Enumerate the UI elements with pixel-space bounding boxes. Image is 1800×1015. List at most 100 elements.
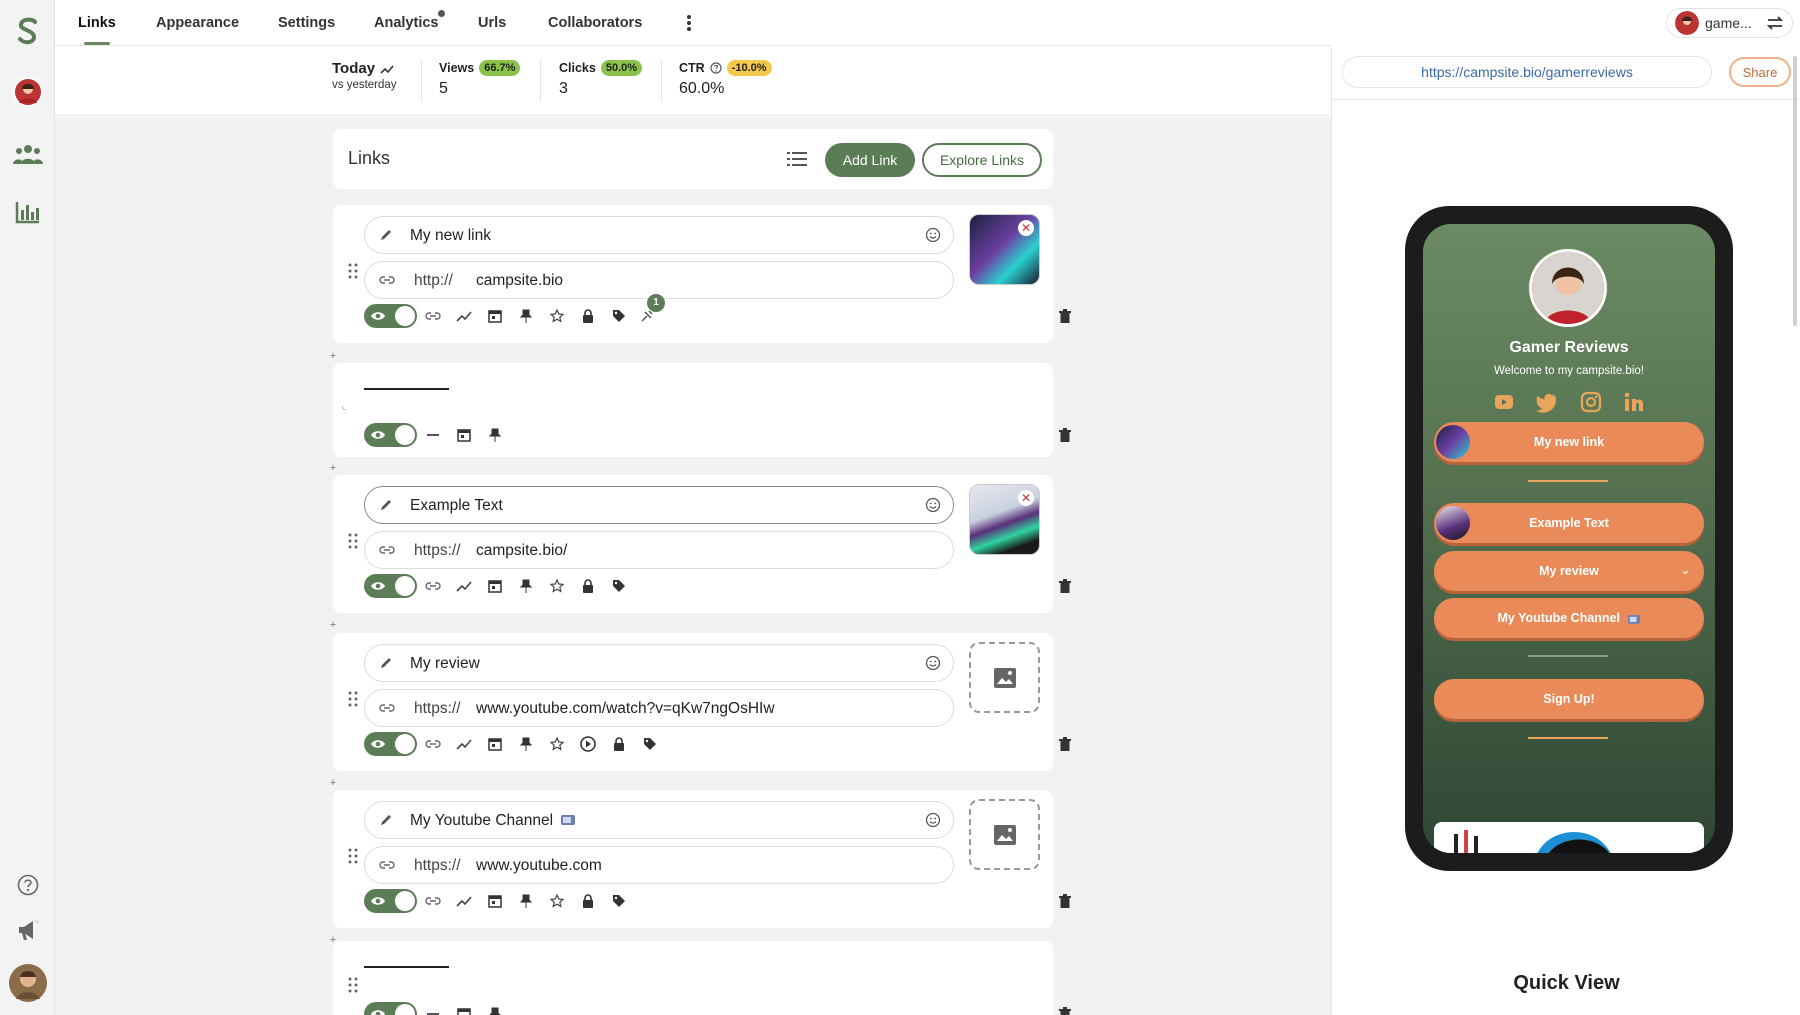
drag-handle-icon[interactable] [348,977,358,998]
pin-icon[interactable] [514,574,538,598]
visibility-toggle[interactable] [364,889,417,913]
pin-icon[interactable] [483,1002,507,1015]
announcements-megaphone-icon[interactable] [0,917,55,943]
pin-icon[interactable] [483,423,507,447]
youtube-icon[interactable] [1493,391,1515,413]
link-url-field[interactable]: https:// www.youtube.com/watch?v=qKw7ngO… [364,689,954,727]
help-icon[interactable] [0,872,55,898]
insert-link-plus[interactable]: + [327,777,339,789]
preview-link-button[interactable]: My new link [1434,422,1704,462]
insert-link-plus[interactable]: + [327,462,339,474]
analytics-chart-icon[interactable] [0,198,55,226]
more-menu-icon[interactable] [686,0,700,46]
instagram-icon[interactable] [1580,391,1602,413]
drag-handle-icon[interactable] [348,533,358,554]
url-protocol[interactable]: http:// [414,272,453,290]
add-thumbnail[interactable] [969,799,1040,870]
campsite-logo-icon[interactable] [0,12,55,52]
star-icon[interactable] [545,732,569,756]
schedule-calendar-icon[interactable] [483,304,507,328]
preview-scrollbar[interactable] [1793,56,1797,326]
drag-handle-icon[interactable] [348,691,358,712]
profile-avatar[interactable] [0,76,55,108]
link-title-field[interactable]: My review [364,644,954,682]
emoji-icon[interactable] [925,812,941,833]
tab-links[interactable]: Links [78,0,116,46]
pin-icon[interactable] [514,304,538,328]
star-icon[interactable] [545,574,569,598]
emoji-icon[interactable] [925,497,941,518]
tab-appearance[interactable]: Appearance [156,0,239,46]
tab-settings[interactable]: Settings [278,0,335,46]
explore-links-button[interactable]: Explore Links [922,143,1042,177]
link-url-field[interactable]: https:// campsite.bio/ [364,531,954,569]
remove-thumbnail-icon[interactable]: ✕ [1018,490,1034,506]
schedule-calendar-icon[interactable] [452,423,476,447]
minus-icon[interactable] [421,1002,445,1015]
delete-icon[interactable] [1053,1002,1077,1015]
tag-icon[interactable] [638,732,662,756]
today-stat[interactable]: Today vs yesterday [332,60,397,91]
linkedin-icon[interactable] [1623,391,1645,413]
link-title-field[interactable]: Example Text [364,486,954,524]
link-url-field[interactable]: http:// campsite.bio [364,261,954,299]
link-icon[interactable] [421,304,445,328]
visibility-toggle[interactable] [364,1002,417,1015]
visibility-toggle[interactable] [364,304,417,328]
visibility-toggle[interactable] [364,574,417,598]
integrations-icon[interactable]: 1 [635,294,665,328]
list-view-icon[interactable] [787,150,807,173]
switch-account-icon[interactable] [1766,15,1784,34]
url-protocol[interactable]: https:// [414,700,461,718]
analytics-trend-icon[interactable] [452,732,476,756]
add-link-button[interactable]: Add Link [825,143,915,177]
visibility-toggle[interactable] [364,732,417,756]
link-icon[interactable] [421,732,445,756]
schedule-calendar-icon[interactable] [452,1002,476,1015]
link-thumbnail[interactable]: ✕ [969,214,1040,285]
insert-link-plus[interactable]: + [327,619,339,631]
delete-icon[interactable] [1053,304,1077,328]
user-switcher[interactable]: game... [1666,8,1793,38]
add-thumbnail[interactable] [969,642,1040,713]
remove-thumbnail-icon[interactable]: ✕ [1018,220,1034,236]
emoji-icon[interactable] [925,227,941,248]
delete-icon[interactable] [1053,889,1077,913]
analytics-trend-icon[interactable] [452,574,476,598]
url-protocol[interactable]: https:// [414,542,461,560]
star-icon[interactable] [545,889,569,913]
info-icon[interactable] [710,62,722,74]
minus-icon[interactable] [421,423,445,447]
lock-icon[interactable] [607,732,631,756]
embed-play-icon[interactable] [576,732,600,756]
tag-icon[interactable] [607,889,631,913]
tag-icon[interactable] [607,574,631,598]
tab-analytics[interactable]: Analytics [374,0,446,46]
schedule-calendar-icon[interactable] [483,732,507,756]
schedule-calendar-icon[interactable] [483,574,507,598]
twitter-icon[interactable] [1536,391,1558,413]
schedule-calendar-icon[interactable] [483,889,507,913]
delete-icon[interactable] [1053,423,1077,447]
lock-icon[interactable] [576,304,600,328]
tag-icon[interactable] [607,304,631,328]
preview-link-button[interactable]: My Youtube Channel [1434,598,1704,638]
drag-handle-icon[interactable] [348,848,358,869]
link-thumbnail[interactable]: ✕ [969,484,1040,555]
team-icon[interactable] [0,140,55,168]
preview-embed-button[interactable]: My review ⌄ [1434,551,1704,591]
preview-link-button[interactable]: Example Text [1434,503,1704,543]
drag-handle-icon[interactable] [348,263,358,284]
link-icon[interactable] [421,889,445,913]
share-button[interactable]: Share [1729,57,1791,87]
analytics-trend-icon[interactable] [452,304,476,328]
url-protocol[interactable]: https:// [414,857,461,875]
delete-icon[interactable] [1053,732,1077,756]
analytics-trend-icon[interactable] [452,889,476,913]
pin-icon[interactable] [514,889,538,913]
visibility-toggle[interactable] [364,423,417,447]
emoji-icon[interactable] [925,655,941,676]
link-icon[interactable] [421,574,445,598]
pin-icon[interactable] [514,732,538,756]
link-title-field[interactable]: My new link [364,216,954,254]
